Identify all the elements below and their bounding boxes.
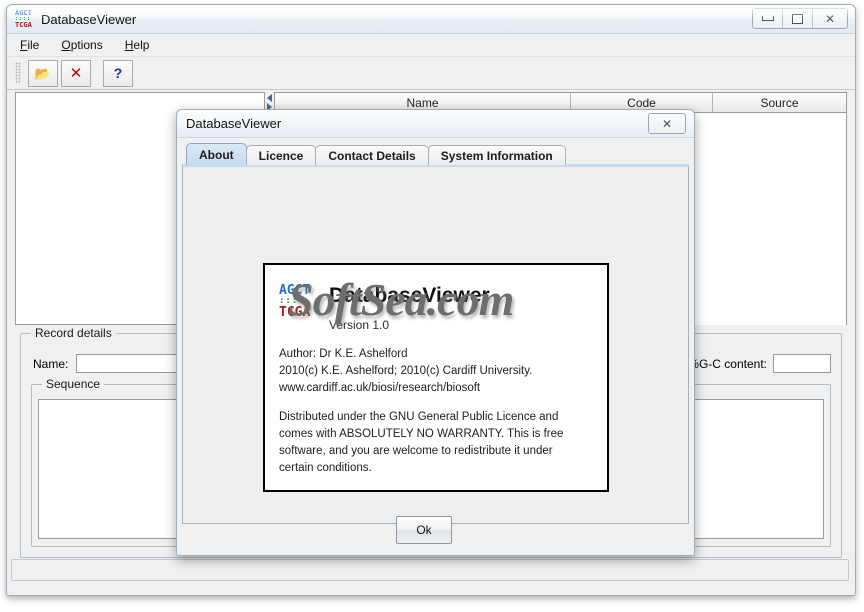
- about-logo-top-strand: AGCT: [279, 282, 311, 298]
- record-details-label: Record details: [31, 326, 116, 340]
- tab-strip: About Licence Contact Details System Inf…: [182, 143, 689, 165]
- name-label: Name:: [33, 356, 69, 371]
- question-mark-icon: ?: [113, 65, 123, 81]
- menu-options-label: ptions: [70, 38, 103, 52]
- about-logo-dna-icon: AGCT :::: TCGA: [279, 282, 315, 320]
- collapse-left-arrow-icon[interactable]: [267, 94, 272, 102]
- menu-file[interactable]: File: [17, 36, 42, 54]
- about-header: AGCT :::: TCGA DatabaseViewer: [265, 265, 607, 320]
- tab-contact-details[interactable]: Contact Details: [315, 145, 429, 165]
- window-controls: ✕: [752, 8, 848, 29]
- about-dialog: DatabaseViewer ✕ About Licence Contact D…: [176, 109, 695, 556]
- dialog-title: DatabaseViewer: [186, 116, 282, 131]
- about-tab-panel: AGCT :::: TCGA DatabaseViewer Version 1.…: [182, 164, 689, 524]
- window-title: DatabaseViewer: [41, 11, 137, 27]
- about-logo-bottom-strand: TCGA: [279, 304, 311, 320]
- licence-paragraph: Distributed under the GNU General Public…: [279, 411, 564, 474]
- menu-options-mnemonic: O: [61, 38, 71, 52]
- app-logo-dna-icon: AGCT :::: TCGA: [15, 9, 33, 29]
- open-folder-icon: 📂: [34, 65, 52, 81]
- dialog-close-button[interactable]: ✕: [648, 113, 686, 134]
- gc-content-input[interactable]: [773, 354, 831, 373]
- author-text: Author: Dr K.E. Ashelford: [279, 348, 408, 360]
- sequence-label: Sequence: [42, 377, 105, 391]
- column-header-source[interactable]: Source: [713, 93, 846, 112]
- website-text: www.cardiff.ac.uk/biosi/research/biosoft: [279, 382, 481, 394]
- menu-options[interactable]: Options: [58, 36, 105, 54]
- minimize-icon: [761, 16, 774, 21]
- gc-content-label: %G-C content:: [688, 356, 767, 371]
- maximize-button[interactable]: [783, 9, 813, 28]
- toolbar: 📂 ✕ ?: [7, 57, 855, 90]
- status-bar: [11, 559, 849, 581]
- maximize-icon: [792, 13, 803, 24]
- dialog-title-bar: DatabaseViewer ✕: [177, 110, 694, 138]
- tab-about[interactable]: About: [186, 143, 247, 165]
- red-x-icon: ✕: [69, 63, 83, 82]
- menu-file-label: ile: [27, 38, 40, 52]
- help-button[interactable]: ?: [103, 59, 133, 87]
- dialog-close-icon: ✕: [661, 116, 673, 131]
- close-button[interactable]: ✕: [813, 9, 847, 28]
- menu-bar: File Options Help: [7, 34, 855, 57]
- menu-help-label: elp: [133, 38, 150, 52]
- copyright-text: 2010(c) K.E. Ashelford; 2010(c) Cardiff …: [279, 365, 533, 377]
- logo-bottom-strand: TCGA: [15, 20, 32, 29]
- menu-help[interactable]: Help: [122, 36, 153, 54]
- close-database-button[interactable]: ✕: [61, 59, 91, 87]
- toolbar-drag-grip[interactable]: [15, 62, 21, 84]
- minimize-button[interactable]: [753, 9, 783, 28]
- dialog-body: About Licence Contact Details System Inf…: [177, 138, 694, 555]
- product-name: DatabaseViewer: [329, 284, 490, 307]
- title-bar: AGCT :::: TCGA DatabaseViewer ✕: [7, 5, 855, 34]
- open-database-button[interactable]: 📂: [28, 59, 58, 87]
- tab-system-information[interactable]: System Information: [427, 145, 566, 165]
- ok-button[interactable]: Ok: [396, 516, 452, 544]
- tab-licence[interactable]: Licence: [245, 145, 317, 165]
- about-info-box: AGCT :::: TCGA DatabaseViewer Version 1.…: [263, 263, 609, 492]
- close-icon: ✕: [824, 11, 836, 26]
- version-text: Version 1.0: [329, 318, 390, 332]
